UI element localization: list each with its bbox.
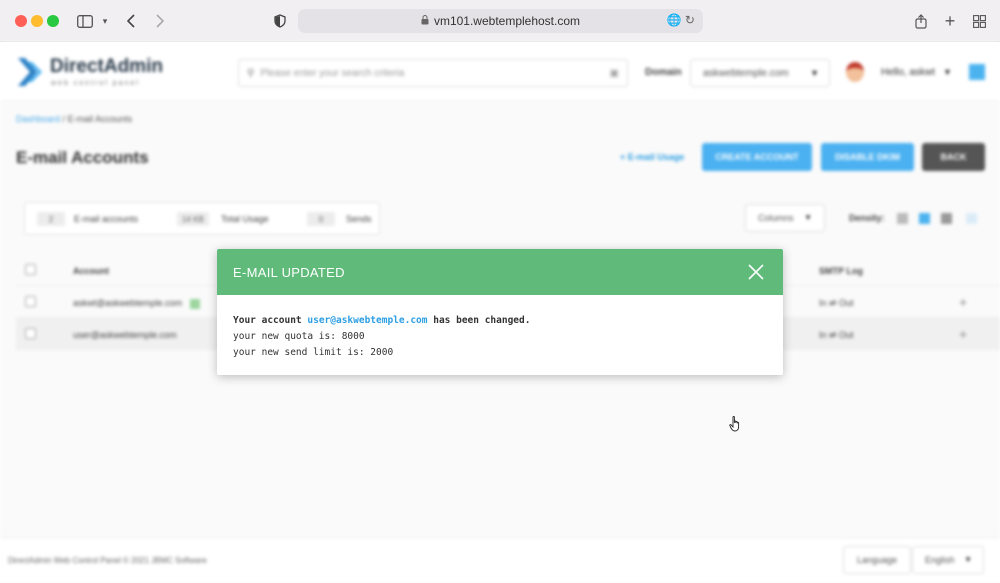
density-compact-icon[interactable] [897, 213, 908, 224]
dialog-title: E-MAIL UPDATED [233, 265, 345, 280]
search-input[interactable]: ⚲ Please enter your search criteria ▣ [238, 59, 628, 87]
tabs-grid-icon[interactable] [971, 10, 987, 32]
caret-down-icon: ▼ [810, 68, 819, 78]
density-label: Density: [849, 213, 885, 223]
chevron-left-icon[interactable] [124, 10, 138, 32]
page-title: E-mail Accounts [16, 148, 149, 167]
message-line-quota: your new quota is: 8000 [233, 329, 530, 345]
caret-down-icon: ▼ [964, 555, 972, 564]
language-value: English [925, 555, 955, 565]
sends-value: 0 [307, 212, 335, 226]
shield-icon[interactable] [272, 10, 288, 32]
zoom-window-button[interactable] [47, 15, 59, 27]
translate-reload-icons[interactable]: 🌐 ↻ [667, 13, 695, 27]
send-limit-value: 2000 [370, 347, 394, 358]
accounts-count: 2 [37, 212, 65, 226]
breadcrumb: Dashboard / E-mail Accounts [16, 114, 132, 124]
email-updated-dialog: E-MAIL UPDATED Your account user@askwebt… [217, 249, 783, 375]
plus-icon[interactable]: + [942, 10, 958, 32]
app-header: DirectAdmin web control panel ⚲ Please e… [0, 42, 1000, 102]
usage-label: Total Usage [221, 214, 269, 224]
domain-label: Domain [645, 67, 682, 78]
account-cell: askwt@askwebtemple.com [73, 298, 201, 309]
message-suffix: has been changed. [433, 315, 531, 326]
language-button[interactable]: Language [843, 546, 911, 574]
quota-value: 8000 [341, 331, 365, 342]
stats-bar: 2 E-mail accounts 14 KB Total Usage 0 Se… [24, 202, 380, 235]
density-comfortable-icon[interactable] [941, 213, 952, 224]
user-greeting[interactable]: Hello, askwt [881, 67, 935, 78]
email-usage-link[interactable]: + E-mail Usage [620, 152, 684, 162]
back-button[interactable]: BACK [922, 143, 985, 171]
hand-pointer-cursor-icon [729, 416, 743, 436]
chevron-right-icon[interactable] [152, 10, 166, 32]
close-icon[interactable] [747, 263, 765, 281]
domain-value: askwebtemple.com [703, 67, 789, 79]
url-text: vm101.webtemplehost.com [433, 14, 581, 28]
brand-name: DirectAdmin [50, 56, 163, 77]
status-badge [190, 298, 201, 309]
dialog-message: Your account user@askwebtemple.com has b… [233, 313, 530, 361]
footer: DirectAdmin Web Control Panel © 2021 JBM… [0, 537, 1000, 583]
density-toggle-icon[interactable] [966, 213, 977, 224]
search-placeholder: Please enter your search criteria [260, 67, 405, 79]
clear-icon[interactable]: ▣ [610, 68, 619, 79]
search-icon: ⚲ [247, 67, 255, 79]
usage-value: 14 KB [177, 212, 209, 226]
breadcrumb-current: E-mail Accounts [67, 114, 133, 124]
select-all-checkbox[interactable] [25, 264, 36, 275]
apps-grid-icon[interactable] [969, 64, 985, 80]
close-window-button[interactable] [15, 15, 27, 27]
disable-dkim-button[interactable]: DISABLE DKIM [821, 143, 914, 171]
account-email: user@askwebtemple.com [73, 330, 177, 340]
smtp-log-cell[interactable]: In ⇌ Out [819, 298, 854, 309]
row-checkbox[interactable] [25, 328, 36, 339]
expand-plus-icon[interactable]: + [959, 294, 967, 310]
smtp-log-cell[interactable]: In ⇌ Out [819, 330, 854, 341]
quota-label: your new quota is: [233, 331, 336, 342]
account-email: askwt@askwebtemple.com [73, 298, 183, 308]
caret-down-icon[interactable]: ▼ [943, 67, 952, 77]
address-bar[interactable]: vm101.webtemplehost.com 🌐 ↻ [298, 9, 703, 33]
columns-label: Columns [758, 213, 794, 223]
sidebar-icon[interactable] [76, 10, 94, 32]
accounts-label: E-mail accounts [74, 214, 139, 224]
column-header-smtp[interactable]: SMTP Log [819, 266, 863, 276]
directadmin-logo-icon [16, 56, 44, 88]
caret-down-icon: ▼ [804, 213, 812, 222]
lock-icon [421, 14, 429, 28]
account-email-link[interactable]: user@askwebtemple.com [307, 315, 427, 326]
chevron-down-icon[interactable]: ▾ [100, 10, 110, 32]
footer-copyright: DirectAdmin Web Control Panel © 2021 JBM… [8, 556, 207, 565]
share-icon[interactable] [913, 10, 929, 32]
density-normal-icon[interactable] [919, 213, 930, 224]
avatar[interactable] [846, 62, 864, 82]
row-checkbox[interactable] [25, 296, 36, 307]
dialog-header: E-MAIL UPDATED [217, 249, 783, 295]
columns-dropdown[interactable]: Columns ▼ [745, 204, 825, 232]
sends-label: Sends [346, 214, 372, 224]
brand-tagline: web control panel [51, 80, 140, 87]
column-header-account[interactable]: Account [73, 266, 109, 276]
expand-plus-icon[interactable]: + [959, 326, 967, 342]
create-account-button[interactable]: CREATE ACCOUNT [702, 143, 812, 171]
send-limit-label: your new send limit is: [233, 347, 365, 358]
browser-toolbar: ▾ vm101.webtemplehost.com 🌐 ↻ + [0, 0, 1000, 42]
breadcrumb-separator: / [62, 114, 66, 124]
breadcrumb-home[interactable]: Dashboard [16, 114, 60, 124]
message-line-account: Your account user@askwebtemple.com has b… [233, 313, 530, 329]
language-select[interactable]: English ▼ [912, 546, 984, 574]
domain-select[interactable]: askwebtemple.com ▼ [690, 59, 830, 87]
message-line-send-limit: your new send limit is: 2000 [233, 345, 530, 361]
minimize-window-button[interactable] [31, 15, 43, 27]
message-prefix: Your account [233, 315, 302, 326]
